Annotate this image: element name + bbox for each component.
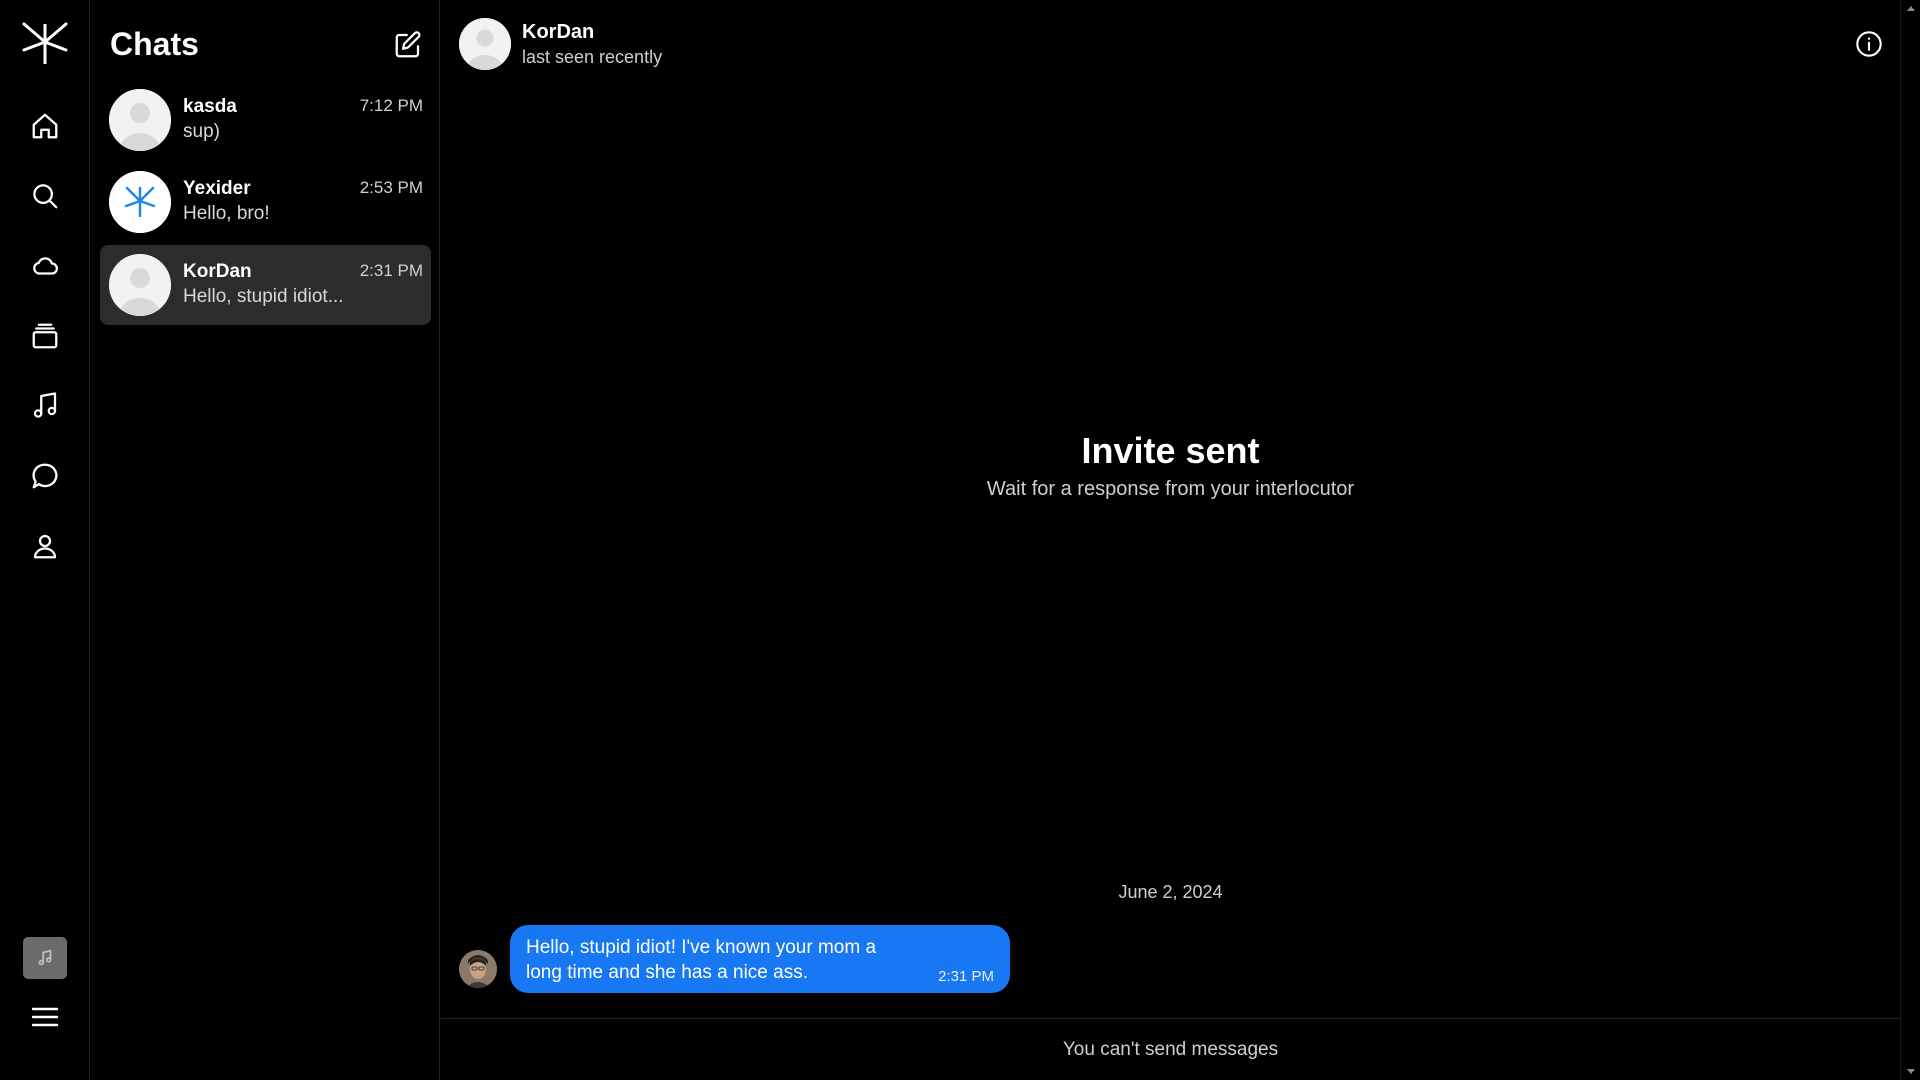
- sender-avatar[interactable]: [459, 950, 497, 988]
- default-avatar-icon: [109, 89, 171, 151]
- message-time: 2:31 PM: [938, 968, 994, 985]
- hamburger-menu-icon: [31, 1007, 59, 1027]
- contact-name[interactable]: KorDan: [522, 21, 594, 44]
- conversation-panel: KorDan last seen recently Invite sent Wa…: [441, 0, 1900, 1080]
- info-button[interactable]: [1855, 30, 1885, 60]
- invite-subtitle: Wait for a response from your interlocut…: [986, 478, 1355, 500]
- avatar: [109, 89, 171, 151]
- cloud-icon: [33, 257, 58, 275]
- compose-icon: [395, 31, 421, 58]
- contact-avatar[interactable]: [459, 18, 511, 70]
- chat-name: Yexider: [183, 178, 251, 199]
- nav-profile[interactable]: [24, 525, 66, 567]
- chat-time: 7:12 PM: [359, 96, 423, 115]
- message-text: Hello, stupid idiot! I've known your mom…: [526, 937, 877, 983]
- nav-cloud[interactable]: [24, 245, 66, 287]
- home-icon: [32, 113, 58, 139]
- new-chat-button[interactable]: [393, 30, 425, 62]
- info-icon: [1856, 31, 1882, 57]
- yexider-logo-icon: [109, 171, 171, 233]
- chat-time: 2:31 PM: [359, 261, 423, 280]
- invite-notice: Invite sent Wait for a response from you…: [441, 430, 1900, 501]
- nav-music[interactable]: [24, 385, 66, 427]
- stack-icon: [32, 323, 58, 349]
- chat-bubble-icon: [32, 463, 58, 489]
- composer-notice: You can't send messages: [1062, 1038, 1279, 1060]
- scroll-down-icon[interactable]: [1907, 1069, 1915, 1074]
- search-icon: [33, 184, 58, 209]
- nav-collections[interactable]: [24, 315, 66, 357]
- avatar: [109, 254, 171, 316]
- date-separator: June 2, 2024: [1118, 882, 1223, 902]
- chat-list-panel: Chats kasda sup) 7:12 PM Yexider Hello, …: [91, 0, 440, 1080]
- default-avatar-icon: [459, 18, 511, 70]
- nav-rail: [0, 0, 90, 1080]
- chat-preview: sup): [183, 121, 220, 142]
- chat-preview: Hello, bro!: [183, 203, 270, 224]
- chat-name: KorDan: [183, 261, 252, 282]
- chat-item-yexider[interactable]: Yexider Hello, bro! 2:53 PM: [100, 162, 431, 242]
- mini-player-button[interactable]: [23, 937, 67, 979]
- mini-player-icon: [38, 949, 52, 966]
- composer-bar: You can't send messages: [441, 1018, 1900, 1080]
- app-logo-icon: [22, 22, 68, 64]
- app-logo[interactable]: [20, 20, 70, 66]
- contact-status: last seen recently: [522, 47, 663, 67]
- music-note-icon: [33, 392, 57, 418]
- chats-title: Chats: [110, 26, 199, 62]
- nav-search[interactable]: [24, 175, 66, 217]
- chat-item-kordan[interactable]: KorDan Hello, stupid idiot... 2:31 PM: [100, 245, 431, 325]
- scroll-up-icon[interactable]: [1907, 6, 1915, 11]
- user-icon: [33, 534, 57, 559]
- menu-button[interactable]: [28, 1000, 62, 1034]
- chat-time: 2:53 PM: [359, 178, 423, 197]
- page-scrollbar[interactable]: [1900, 0, 1920, 1080]
- chat-preview: Hello, stupid idiot...: [183, 286, 344, 307]
- sender-photo-icon: [459, 950, 497, 988]
- nav-home[interactable]: [24, 105, 66, 147]
- message-bubble[interactable]: Hello, stupid idiot! I've known your mom…: [510, 925, 1010, 993]
- default-avatar-icon: [109, 254, 171, 316]
- invite-title: Invite sent: [1081, 430, 1260, 471]
- chat-name: kasda: [183, 96, 237, 117]
- avatar: [109, 171, 171, 233]
- nav-chats[interactable]: [24, 455, 66, 497]
- chat-item-kasda[interactable]: kasda sup) 7:12 PM: [100, 80, 431, 160]
